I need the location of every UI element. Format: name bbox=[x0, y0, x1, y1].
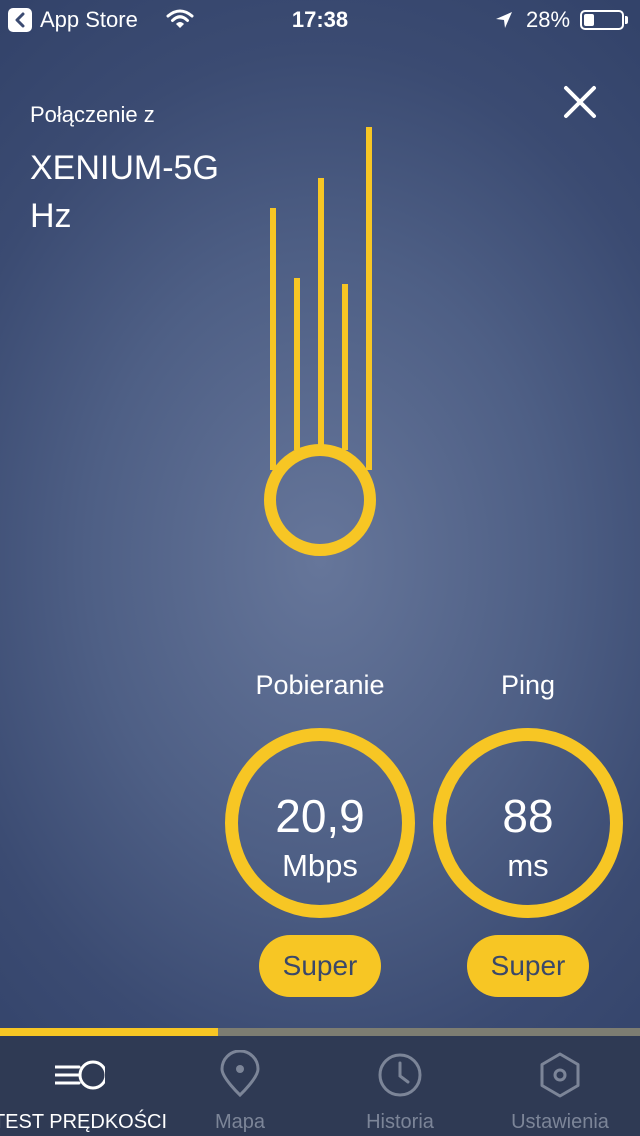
ping-value: 88 bbox=[502, 790, 554, 842]
close-button[interactable] bbox=[558, 80, 602, 124]
settings-hex-icon bbox=[540, 1052, 580, 1098]
status-bar: App Store 17:38 28% bbox=[0, 0, 640, 40]
tab-bar: TEST PRĘDKOŚCI Mapa Historia Ustawienia bbox=[0, 1036, 640, 1136]
ping-label: Ping bbox=[500, 670, 556, 700]
clock-icon bbox=[378, 1053, 422, 1097]
test-progress-fill bbox=[0, 1028, 218, 1036]
ping-unit: ms bbox=[507, 848, 549, 883]
ping-result-ring: 88 ms bbox=[433, 728, 623, 918]
battery-nub bbox=[625, 16, 628, 24]
map-pin-icon bbox=[220, 1050, 260, 1098]
network-name: XENIUM-5G Hz bbox=[30, 149, 219, 235]
speed-icon bbox=[55, 1060, 105, 1090]
battery-percent: 28% bbox=[526, 7, 571, 32]
battery-fill bbox=[584, 14, 595, 26]
download-result-ring: 20,9 Mbps bbox=[225, 728, 415, 918]
download-label: Pobieranie bbox=[255, 670, 385, 700]
close-icon bbox=[564, 86, 596, 118]
tab-history[interactable]: Historia bbox=[320, 1036, 480, 1136]
test-progress-bar bbox=[0, 1028, 640, 1036]
download-value: 20,9 bbox=[275, 790, 365, 842]
ping-rating-badge: Super bbox=[467, 935, 589, 997]
battery-icon bbox=[580, 10, 624, 30]
tab-settings-label: Ustawienia bbox=[511, 1111, 609, 1133]
location-arrow-icon bbox=[494, 10, 514, 36]
download-rating-badge: Super bbox=[259, 935, 381, 997]
download-unit: Mbps bbox=[282, 848, 358, 883]
tab-map[interactable]: Mapa bbox=[160, 1036, 320, 1136]
connection-label: Połączenie z bbox=[30, 102, 155, 127]
tab-speed-test[interactable]: TEST PRĘDKOŚCI bbox=[0, 1036, 167, 1136]
tab-settings[interactable]: Ustawienia bbox=[480, 1036, 640, 1136]
